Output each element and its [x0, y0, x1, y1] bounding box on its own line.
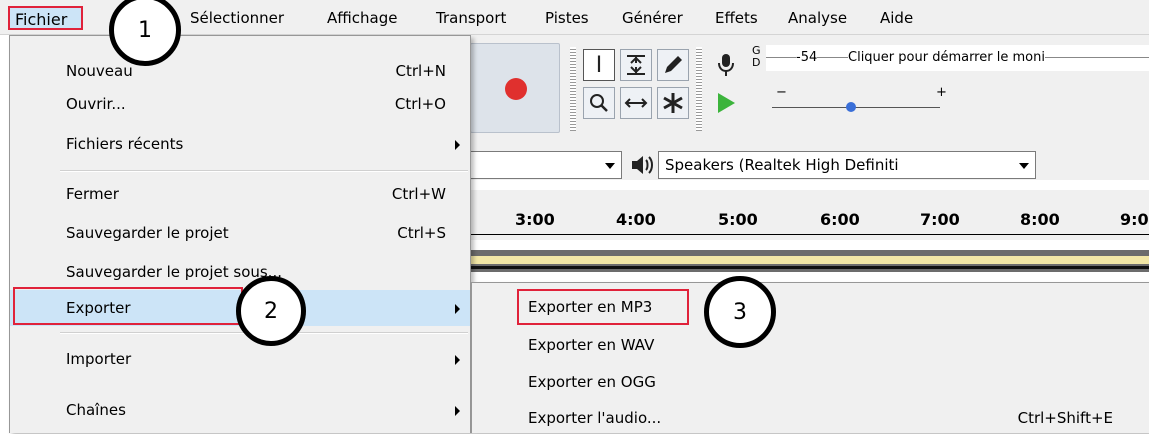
menu-item-label: Chaînes [66, 401, 126, 419]
menu-item-sauvegarder[interactable]: Sauvegarder le projet Ctrl+S [10, 217, 470, 249]
menu-item-label: Sauvegarder le projet sous... [66, 263, 282, 281]
menu-item-chaines[interactable]: Chaînes [10, 394, 470, 426]
ruler-label: 5:00 [718, 210, 758, 229]
exporter-highlight-box [13, 287, 243, 325]
menu-fichier-label: Fichier [15, 10, 68, 29]
menu-item-shortcut: Ctrl+O [394, 95, 446, 113]
microphone-icon[interactable] [710, 49, 742, 81]
toolbar-grip[interactable] [570, 47, 576, 131]
submenu-arrow-icon [455, 304, 460, 314]
callout-number: 2 [264, 298, 278, 324]
menu-item-label: Nouveau [66, 62, 133, 80]
selection-tool-icon[interactable]: I [583, 49, 615, 81]
callout-number: 1 [138, 17, 152, 43]
menu-item-shortcut: Ctrl+N [395, 62, 446, 80]
callout-number: 3 [733, 299, 747, 325]
menu-affichage[interactable]: Affichage [327, 9, 397, 27]
menu-analyse[interactable]: Analyse [788, 9, 847, 27]
menu-item-exporter-wav[interactable]: Exporter en WAV [472, 329, 1149, 361]
menu-item-label: Sauvegarder le projet [66, 224, 229, 242]
output-device-combo[interactable]: Speakers (Realtek High Definiti [658, 151, 1036, 179]
file-menu: Nouveau Ctrl+N Ouvrir... Ctrl+O Fichiers… [9, 35, 471, 433]
ruler-label: 8:00 [1020, 210, 1060, 229]
menu-aide[interactable]: Aide [880, 9, 913, 27]
callout-3: 3 [704, 276, 776, 348]
menu-item-fichiers-recents[interactable]: Fichiers récents [10, 128, 470, 160]
toolbar-grip-2[interactable] [696, 47, 702, 131]
menu-item-sauvegarder-sous[interactable]: Sauvegarder le projet sous... [10, 256, 470, 288]
meter-channel-bottom: D [752, 56, 761, 69]
menu-item-fermer[interactable]: Fermer Ctrl+W [10, 178, 470, 210]
menu-generer[interactable]: Générer [622, 9, 683, 27]
menu-transport[interactable]: Transport [436, 9, 506, 27]
draw-tool-icon[interactable] [657, 49, 689, 81]
playback-slider[interactable]: − + [766, 85, 947, 117]
menu-item-nouveau[interactable]: Nouveau Ctrl+N [10, 55, 470, 87]
menu-item-ouvrir[interactable]: Ouvrir... Ctrl+O [10, 88, 470, 120]
output-device-label: Speakers (Realtek High Definiti [665, 156, 899, 174]
menu-item-label: Importer [66, 350, 132, 368]
menu-item-importer[interactable]: Importer [10, 343, 470, 375]
menu-item-label: Fichiers récents [66, 135, 184, 153]
menu-item-label: Ouvrir... [66, 95, 126, 113]
menu-item-exporter-ogg[interactable]: Exporter en OGG [472, 366, 1149, 398]
meter-channel-labels: G D [752, 45, 761, 69]
menu-item-shortcut: Ctrl+Shift+E [1017, 409, 1113, 427]
host-combo[interactable] [470, 151, 622, 179]
record-button[interactable] [505, 78, 527, 100]
menu-item-shortcut: Ctrl+W [391, 185, 446, 203]
menu-effets[interactable]: Effets [715, 9, 758, 27]
submenu-arrow-icon [455, 406, 460, 416]
speaker-volume-icon [630, 153, 656, 179]
ruler-label: 3:00 [515, 210, 555, 229]
menu-item-label: Exporter en WAV [528, 336, 655, 354]
meter-db-value: -54 [796, 50, 818, 65]
menu-selectionner[interactable]: Sélectionner [190, 9, 284, 27]
menu-fichier[interactable]: Fichier [8, 6, 83, 30]
menu-item-label: Fermer [66, 185, 119, 203]
menu-item-label: Exporter l'audio... [528, 409, 662, 427]
transport-panel [470, 43, 560, 133]
ruler-label: 7:00 [920, 210, 960, 229]
mp3-highlight-box [517, 289, 689, 325]
submenu-arrow-icon [455, 140, 460, 150]
record-meter[interactable]: -54 Cliquer pour démarrer le moni [766, 45, 1149, 71]
menu-separator [60, 170, 468, 172]
multi-tool-icon[interactable] [657, 87, 689, 119]
menu-item-label: Exporter en OGG [528, 373, 656, 391]
ruler-label: 6:00 [820, 210, 860, 229]
toolbar-area: I G D -54 Cliquer pour démarrer le moni … [470, 35, 1149, 180]
meter-monitor-text[interactable]: Cliquer pour démarrer le moni [848, 50, 1045, 65]
menu-item-shortcut: Ctrl+S [397, 224, 446, 242]
menu-pistes[interactable]: Pistes [545, 9, 589, 27]
ruler-label: 9:0 [1120, 210, 1149, 229]
zoom-tool-icon[interactable] [583, 87, 615, 119]
submenu-arrow-icon [455, 355, 460, 365]
ruler-label: 4:00 [616, 210, 656, 229]
speaker-play-icon[interactable] [710, 87, 742, 119]
envelope-tool-icon[interactable] [620, 49, 652, 81]
callout-2: 2 [236, 276, 306, 346]
slider-thumb[interactable] [846, 102, 856, 112]
time-shift-tool-icon[interactable] [620, 87, 652, 119]
menu-item-exporter-audio[interactable]: Exporter l'audio... Ctrl+Shift+E [472, 402, 1149, 434]
